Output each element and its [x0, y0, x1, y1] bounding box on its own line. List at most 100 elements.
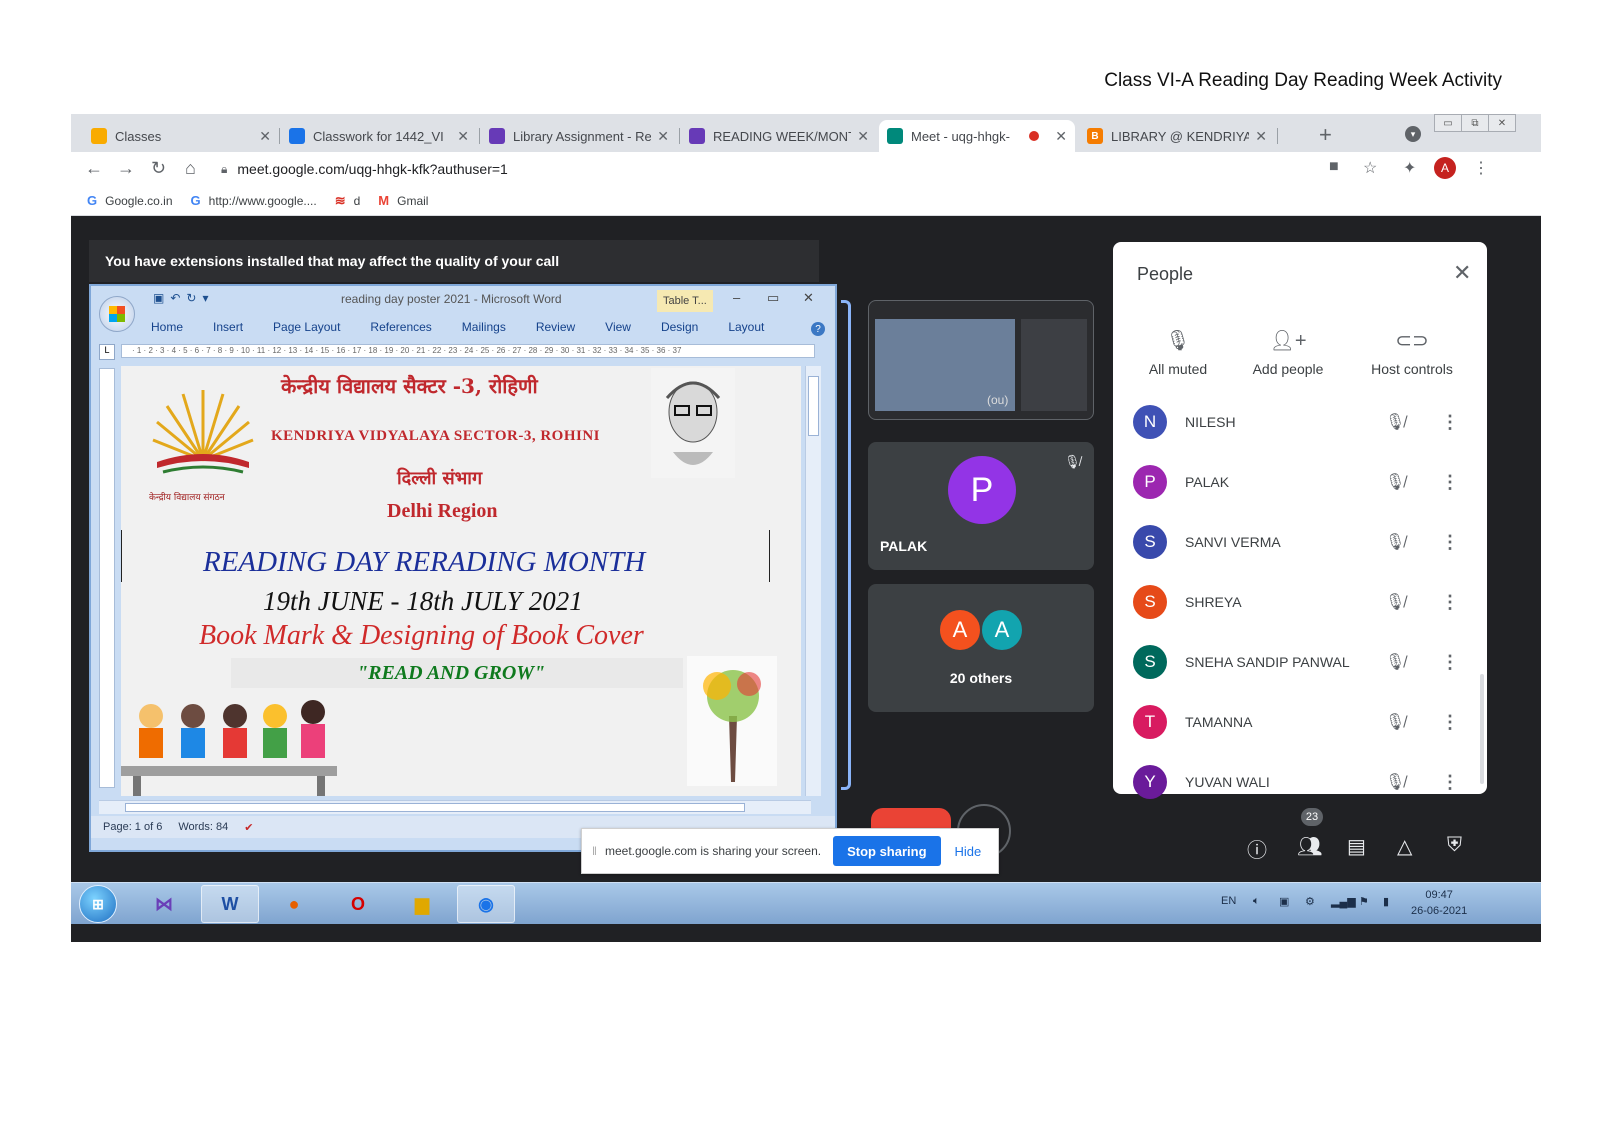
tab-reading-week[interactable]: READING WEEK/MONT ✕	[681, 120, 877, 152]
info-icon[interactable]: ⓘ	[1247, 834, 1267, 863]
ribbon-tab-review[interactable]: Review	[536, 320, 575, 334]
menu-icon[interactable]: ⋮	[1473, 158, 1489, 178]
mic-off-icon[interactable]: 🎙︎̸	[1385, 772, 1405, 792]
chrome-icon[interactable]: ◉	[457, 885, 515, 923]
stop-sharing-button[interactable]: Stop sharing	[833, 836, 941, 866]
opera-icon[interactable]: O	[329, 885, 387, 923]
file-explorer-icon[interactable]: ▆	[393, 885, 451, 923]
list-item[interactable]: S SANVI VERMA 🎙︎̸ ⋮	[1113, 512, 1487, 572]
close-icon[interactable]: ✕	[1055, 128, 1067, 145]
close-icon[interactable]: ✕	[1255, 128, 1267, 145]
mic-off-icon[interactable]: 🎙︎̸	[1385, 712, 1405, 732]
more-options-icon[interactable]: ⋮	[1441, 472, 1459, 493]
tab-search-icon[interactable]: ▾	[1405, 126, 1421, 142]
close-icon[interactable]: ✕	[1453, 260, 1471, 286]
host-controls-button[interactable]: ⊂⊃ Host controls	[1357, 328, 1467, 377]
ribbon-tab-mailings[interactable]: Mailings	[462, 320, 506, 334]
mic-off-icon[interactable]: 🎙︎̸	[1385, 592, 1405, 612]
bookmark-d[interactable]: ≋ d	[335, 193, 361, 209]
activities-icon[interactable]: △	[1397, 834, 1412, 859]
tab-selector[interactable]: L	[99, 344, 115, 360]
ribbon-tab-references[interactable]: References	[370, 320, 431, 334]
tab-classes[interactable]: Classes ✕	[83, 120, 279, 152]
firefox-icon[interactable]: ●	[265, 885, 323, 923]
participant-tile-palak[interactable]: P PALAK 🎙︎̸	[868, 442, 1094, 570]
profile-avatar[interactable]: A	[1434, 157, 1456, 179]
system-clock[interactable]: 09:47 26-06-2021	[1411, 887, 1467, 919]
close-icon[interactable]: ✕	[259, 128, 271, 145]
minimize-button[interactable]: ▭	[1434, 114, 1462, 132]
ribbon-tab-design[interactable]: Design	[661, 320, 698, 334]
hide-button[interactable]: Hide	[955, 844, 982, 859]
self-screen-tile[interactable]: (ou)	[868, 300, 1094, 420]
others-tile[interactable]: A A 20 others	[868, 584, 1094, 712]
add-people-button[interactable]: 👤︎+ Add people	[1233, 328, 1343, 377]
chat-icon[interactable]: ▤	[1347, 834, 1366, 859]
more-options-icon[interactable]: ⋮	[1441, 592, 1459, 613]
list-item[interactable]: S SNEHA SANDIP PANWAL 🎙︎̸ ⋮	[1113, 632, 1487, 692]
mic-off-icon[interactable]: 🎙︎̸	[1385, 652, 1405, 672]
back-icon[interactable]: ←	[85, 158, 103, 179]
app-tray-icon[interactable]: ▣	[1279, 895, 1289, 908]
list-item[interactable]: Y YUVAN WALI 🎙︎̸ ⋮	[1113, 752, 1487, 812]
reload-icon[interactable]: ↻	[151, 158, 166, 179]
document-page[interactable]: केन्द्रीय विद्यालय संगठन केन्द्रीय विद्य…	[121, 366, 801, 796]
more-options-icon[interactable]: ⋮	[1441, 772, 1459, 793]
list-item[interactable]: S SHREYA 🎙︎̸ ⋮	[1113, 572, 1487, 632]
bookmark-google-url[interactable]: Ghttp://www.google....	[191, 193, 317, 208]
camera-icon[interactable]: ■	[1329, 158, 1339, 176]
volume-icon[interactable]: 🔈︎	[1253, 895, 1260, 908]
word-taskbar-icon[interactable]: W	[201, 885, 259, 923]
help-icon[interactable]: ?	[811, 322, 825, 336]
people-icon[interactable]: 👥︎	[1297, 834, 1322, 859]
list-item[interactable]: P PALAK 🎙︎̸ ⋮	[1113, 452, 1487, 512]
restore-button[interactable]: ⧉	[1461, 114, 1489, 132]
tab-library-assignment[interactable]: Library Assignment - Re ✕	[481, 120, 677, 152]
network-status-icon[interactable]: ⚙︎	[1305, 895, 1315, 908]
more-options-icon[interactable]: ⋮	[1441, 652, 1459, 673]
close-window-button[interactable]: ✕	[1488, 114, 1516, 132]
media-player-icon[interactable]: ⋈	[135, 885, 193, 923]
ribbon-tab-insert[interactable]: Insert	[213, 320, 243, 334]
mic-off-icon[interactable]: 🎙︎̸	[1385, 532, 1405, 552]
close-icon[interactable]: ✕	[457, 128, 469, 145]
word-close-icon[interactable]: ✕	[803, 290, 814, 306]
close-icon[interactable]: ✕	[657, 128, 669, 145]
ribbon-tab-page-layout[interactable]: Page Layout	[273, 320, 340, 334]
drag-handle-icon[interactable]: ‖	[592, 844, 597, 858]
ribbon-tab-layout[interactable]: Layout	[728, 320, 764, 334]
battery-icon[interactable]: ▮	[1383, 895, 1389, 908]
address-bar[interactable]: 🔒︎ meet.google.com/uqg-hhgk-kfk?authuser…	[221, 156, 1311, 182]
tab-library-kendriya[interactable]: B LIBRARY @ KENDRIYA ✕	[1079, 120, 1275, 152]
vertical-scrollbar[interactable]	[805, 366, 821, 796]
more-options-icon[interactable]: ⋮	[1441, 412, 1459, 433]
windows-start-button[interactable]: ⊞	[79, 885, 117, 923]
host-shield-icon[interactable]: ⛨	[1447, 834, 1462, 857]
office-button[interactable]	[99, 296, 135, 332]
ribbon-tab-view[interactable]: View	[605, 320, 631, 334]
list-item[interactable]: T TAMANNA 🎙︎̸ ⋮	[1113, 692, 1487, 752]
forward-icon[interactable]: →	[117, 158, 135, 179]
spellcheck-icon[interactable]: ✔	[244, 821, 253, 834]
tab-classwork[interactable]: Classwork for 1442_VI ✕	[281, 120, 477, 152]
more-options-icon[interactable]: ⋮	[1441, 712, 1459, 733]
bookmark-star-icon[interactable]: ☆	[1363, 158, 1377, 178]
word-minimize-icon[interactable]: –	[733, 290, 740, 305]
more-options-icon[interactable]: ⋮	[1441, 532, 1459, 553]
word-maximize-icon[interactable]: ▭	[767, 290, 779, 306]
signal-icon[interactable]: ▂▄▆	[1331, 895, 1356, 908]
mic-off-icon[interactable]: 🎙︎̸	[1385, 472, 1405, 492]
list-item[interactable]: N NILESH 🎙︎̸ ⋮	[1113, 392, 1487, 452]
horizontal-scrollbar[interactable]	[99, 800, 811, 814]
ribbon-tab-home[interactable]: Home	[151, 320, 183, 334]
all-muted-button[interactable]: 🎙︎ All muted	[1123, 328, 1233, 377]
quick-access-toolbar[interactable]: ▣↶↻▾	[153, 291, 214, 305]
language-indicator[interactable]: EN	[1221, 895, 1236, 907]
tab-meet[interactable]: Meet - uqg-hhgk- ✕	[879, 120, 1075, 152]
table-tools-tab[interactable]: Table T...	[657, 290, 713, 312]
new-tab-button[interactable]: +	[1319, 122, 1332, 148]
mic-off-icon[interactable]: 🎙︎̸	[1385, 412, 1405, 432]
home-icon[interactable]: ⌂	[185, 158, 196, 179]
people-panel-scrollbar[interactable]	[1480, 674, 1484, 784]
bookmark-google-co-in[interactable]: G Google.co.in	[87, 193, 173, 208]
